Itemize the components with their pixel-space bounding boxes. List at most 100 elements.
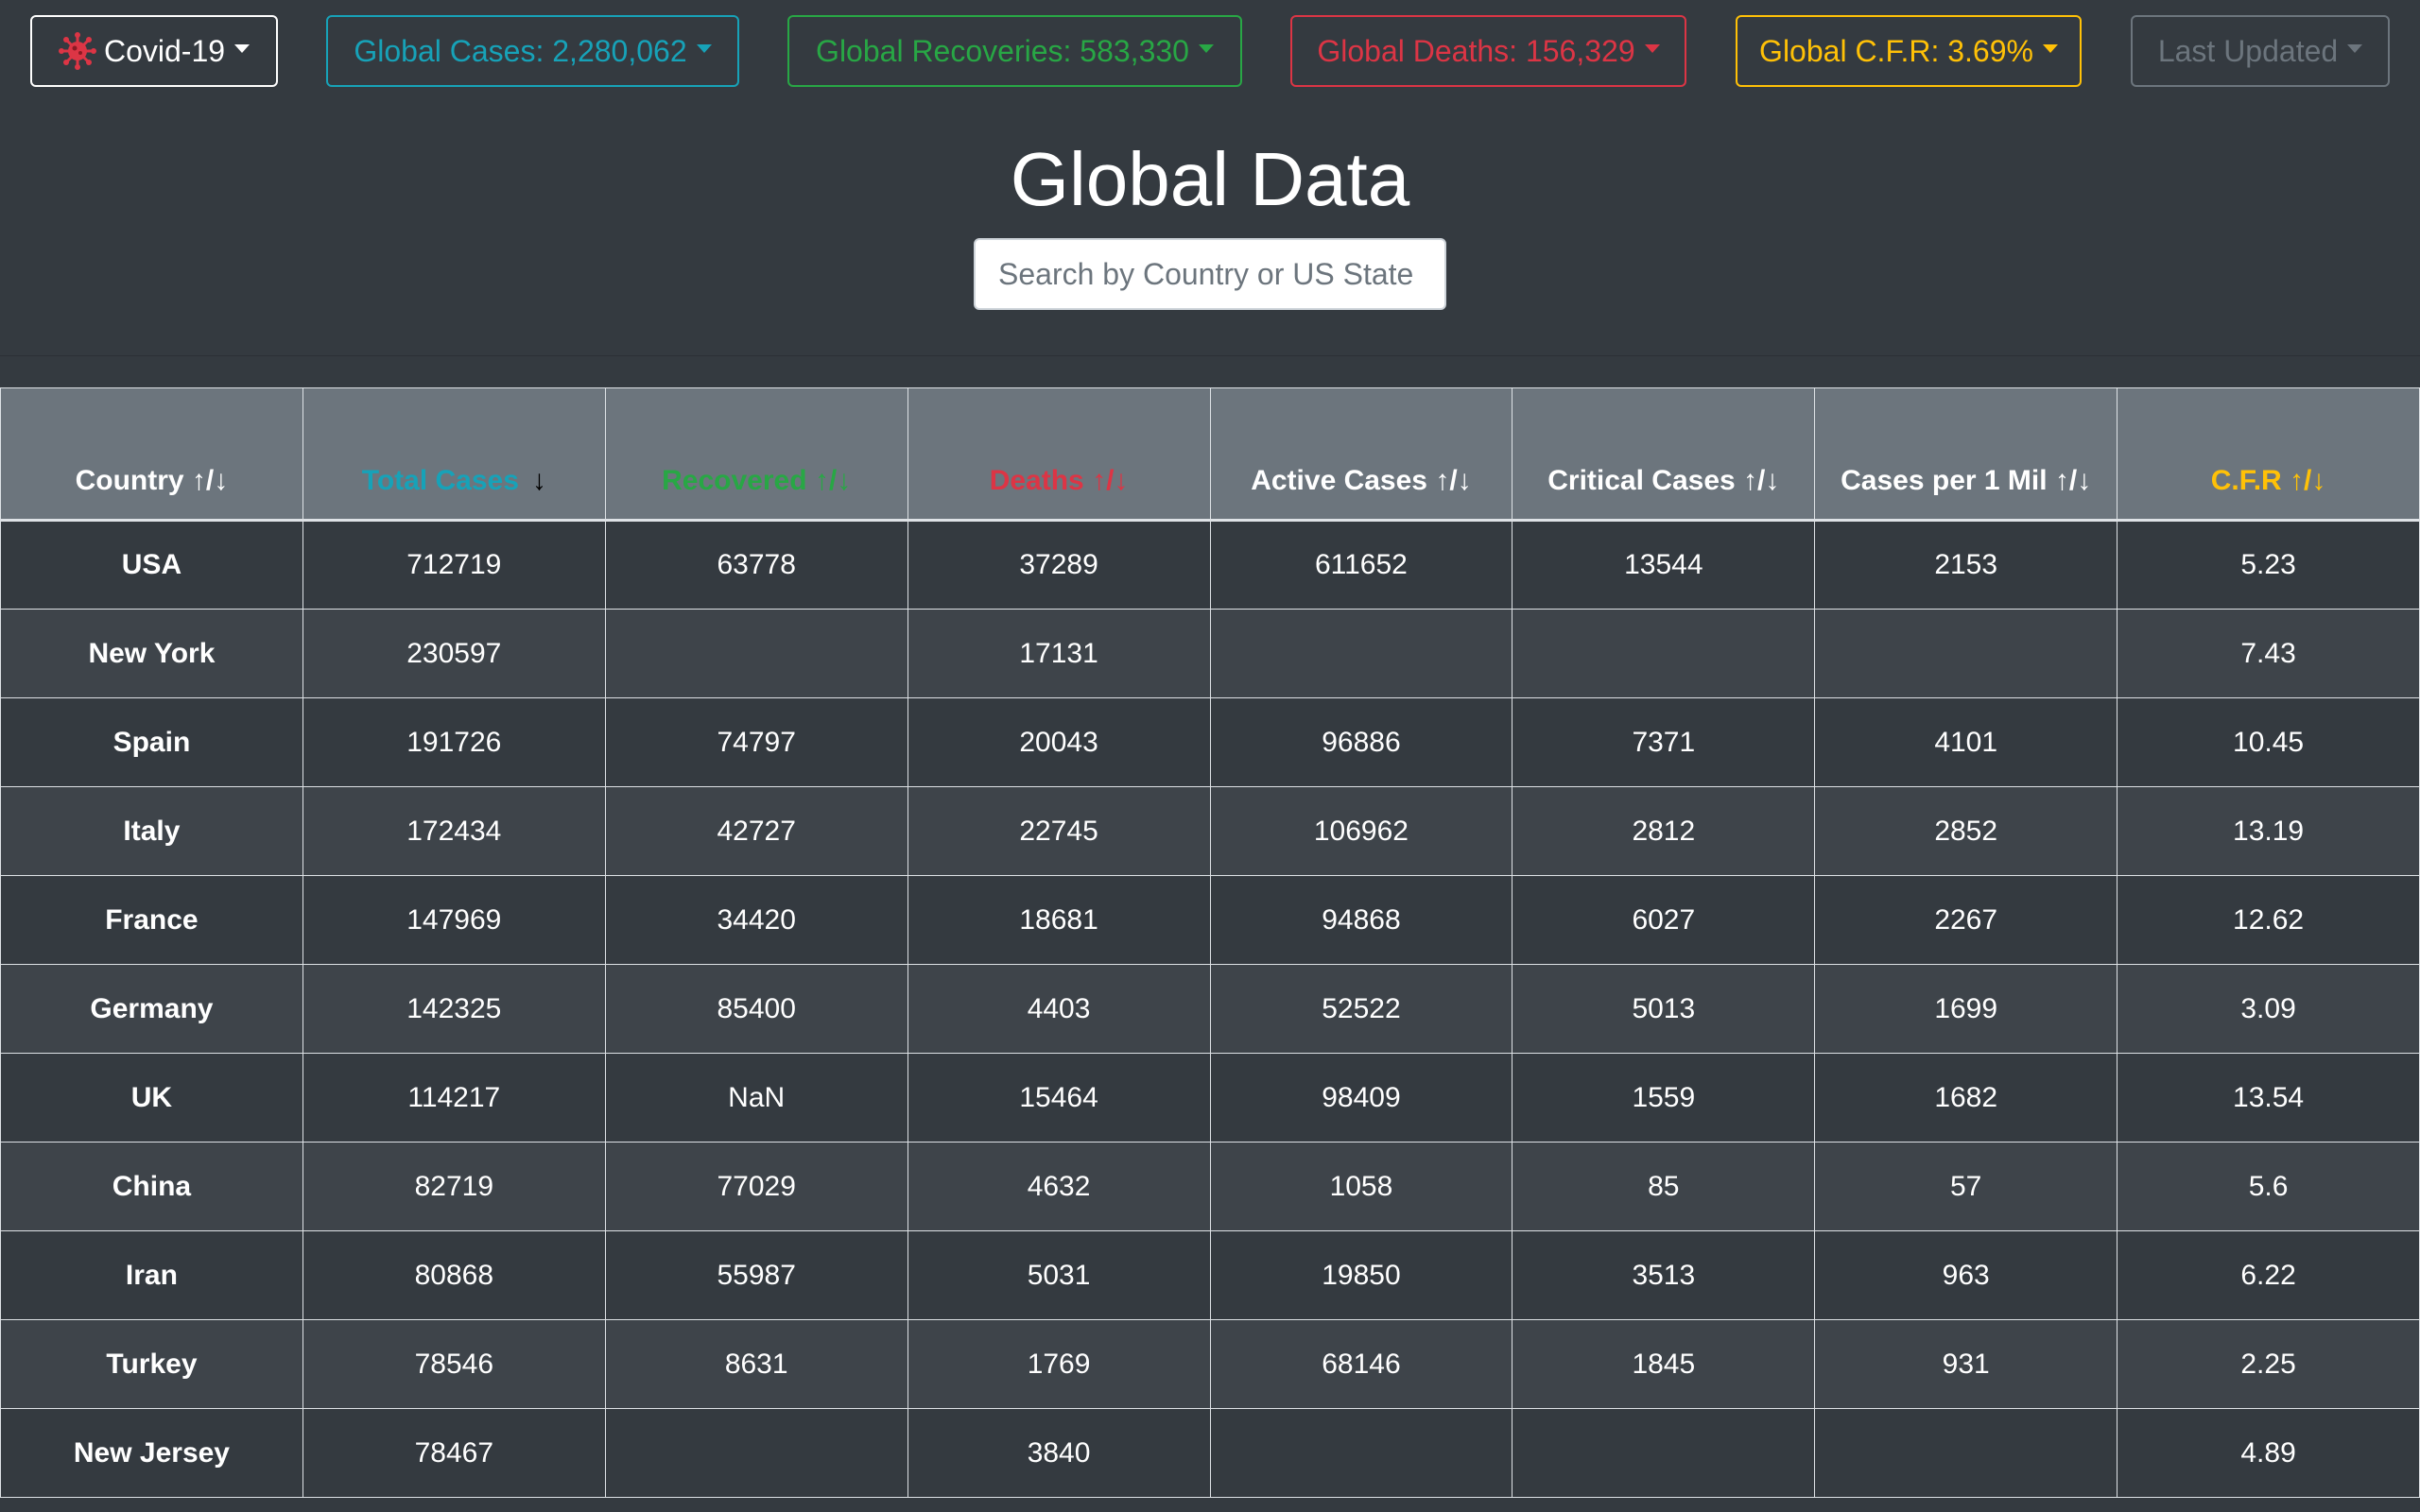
global-cases-dropdown[interactable]: Global Cases: 2,280,062 (326, 15, 739, 87)
header-critical-cases[interactable]: Critical Cases ↑/↓ (1512, 387, 1816, 521)
cell-recovered (604, 609, 908, 698)
cell-cfr: 13.19 (2117, 786, 2420, 876)
cell-cases-per-million: 963 (1814, 1230, 2118, 1320)
header-critical-cases-label: Critical Cases ↑/↓ (1547, 465, 1780, 496)
global-recoveries-dropdown[interactable]: Global Recoveries: 583,330 (787, 15, 1242, 87)
cell-cfr: 5.23 (2117, 520, 2420, 610)
cell-active-cases: 106962 (1209, 786, 1513, 876)
cell-active-cases: 1058 (1209, 1142, 1513, 1231)
cell-country: Turkey (0, 1319, 303, 1409)
global-deaths-label: Global Deaths: 156,329 (1317, 33, 1635, 68)
cell-cases-per-million: 2267 (1814, 875, 2118, 965)
header-recovered[interactable]: Recovered ↑/↓ (604, 387, 908, 521)
table-row: UK 114217 NaN 15464 98409 1559 1682 13.5… (0, 1053, 2420, 1143)
caret-down-icon (1644, 43, 1660, 53)
cell-country: China (0, 1142, 303, 1231)
header-active-cases[interactable]: Active Cases ↑/↓ (1209, 387, 1513, 521)
cell-active-cases: 94868 (1209, 875, 1513, 965)
cell-total-cases: 142325 (302, 964, 606, 1054)
table-row: Iran 80868 55987 5031 19850 3513 963 6.2… (0, 1230, 2420, 1320)
global-recoveries-label: Global Recoveries: 583,330 (816, 33, 1189, 68)
brand-dropdown[interactable]: Covid-19 (30, 15, 278, 87)
cell-critical-cases (1512, 1408, 1816, 1498)
cell-deaths: 1769 (907, 1319, 1211, 1409)
search-input[interactable] (974, 238, 1446, 310)
cell-active-cases (1209, 1408, 1513, 1498)
sort-down-icon: ↓ (531, 465, 546, 496)
table-row: China 82719 77029 4632 1058 85 57 5.6 (0, 1142, 2420, 1231)
cell-recovered: 42727 (604, 786, 908, 876)
cell-cases-per-million (1814, 609, 2118, 698)
cell-deaths: 18681 (907, 875, 1211, 965)
table-row: New Jersey 78467 3840 4.89 (0, 1408, 2420, 1498)
cell-total-cases: 78467 (302, 1408, 606, 1498)
cell-cases-per-million: 2153 (1814, 520, 2118, 610)
caret-down-icon (234, 43, 251, 53)
table-row: France 147969 34420 18681 94868 6027 226… (0, 875, 2420, 965)
brand-label: Covid-19 (103, 33, 226, 68)
cell-active-cases: 96886 (1209, 697, 1513, 787)
header-cases-per-million[interactable]: Cases per 1 Mil ↑/↓ (1814, 387, 2118, 521)
header-total-cases[interactable]: Total Cases ↓ (302, 387, 606, 521)
caret-down-icon (1198, 43, 1214, 53)
cell-deaths: 17131 (907, 609, 1211, 698)
table-row: Turkey 78546 8631 1769 68146 1845 931 2.… (0, 1319, 2420, 1409)
cell-cfr: 3.09 (2117, 964, 2420, 1054)
cell-recovered: 85400 (604, 964, 908, 1054)
cell-recovered (604, 1408, 908, 1498)
cell-deaths: 3840 (907, 1408, 1211, 1498)
cell-cfr: 2.25 (2117, 1319, 2420, 1409)
global-cfr-dropdown[interactable]: Global C.F.R: 3.69% (1736, 15, 2082, 87)
table-row: New York 230597 17131 7.43 (0, 609, 2420, 698)
cell-total-cases: 172434 (302, 786, 606, 876)
cell-total-cases: 78546 (302, 1319, 606, 1409)
cell-deaths: 37289 (907, 520, 1211, 610)
cell-active-cases (1209, 609, 1513, 698)
cell-critical-cases: 1845 (1512, 1319, 1816, 1409)
cell-cases-per-million: 1682 (1814, 1053, 2118, 1143)
header-deaths-label: Deaths ↑/↓ (989, 465, 1129, 496)
cell-country: New Jersey (0, 1408, 303, 1498)
cell-country: USA (0, 520, 303, 610)
cell-country: Germany (0, 964, 303, 1054)
cell-cases-per-million: 2852 (1814, 786, 2118, 876)
cell-critical-cases: 3513 (1512, 1230, 1816, 1320)
cell-critical-cases (1512, 609, 1816, 698)
table-row: Italy 172434 42727 22745 106962 2812 285… (0, 786, 2420, 876)
header-country[interactable]: Country ↑/↓ (0, 387, 303, 521)
cell-recovered: 74797 (604, 697, 908, 787)
header-total-cases-label: Total Cases (361, 465, 519, 496)
cell-cfr: 13.54 (2117, 1053, 2420, 1143)
cell-total-cases: 147969 (302, 875, 606, 965)
cell-total-cases: 230597 (302, 609, 606, 698)
cell-country: New York (0, 609, 303, 698)
cell-recovered: NaN (604, 1053, 908, 1143)
header-cases-per-million-label: Cases per 1 Mil ↑/↓ (1841, 465, 2092, 496)
global-data-table: Country ↑/↓ Total Cases ↓ Recovered ↑/↓ D… (0, 387, 2420, 1498)
global-deaths-dropdown[interactable]: Global Deaths: 156,329 (1290, 15, 1686, 87)
cell-deaths: 22745 (907, 786, 1211, 876)
header-active-cases-label: Active Cases ↑/↓ (1251, 465, 1472, 496)
cell-cases-per-million: 4101 (1814, 697, 2118, 787)
cell-cfr: 7.43 (2117, 609, 2420, 698)
header-deaths[interactable]: Deaths ↑/↓ (907, 387, 1211, 521)
header-cfr[interactable]: C.F.R ↑/↓ (2117, 387, 2420, 521)
virus-icon (58, 32, 96, 70)
global-cfr-label: Global C.F.R: 3.69% (1759, 33, 2033, 68)
cell-active-cases: 52522 (1209, 964, 1513, 1054)
cell-cases-per-million: 931 (1814, 1319, 2118, 1409)
cell-deaths: 5031 (907, 1230, 1211, 1320)
header-country-label: Country ↑/↓ (75, 465, 229, 496)
cell-critical-cases: 6027 (1512, 875, 1816, 965)
cell-deaths: 15464 (907, 1053, 1211, 1143)
data-table-container: Country ↑/↓ Total Cases ↓ Recovered ↑/↓ D… (0, 387, 2420, 1498)
cell-total-cases: 82719 (302, 1142, 606, 1231)
cell-total-cases: 114217 (302, 1053, 606, 1143)
cell-deaths: 4403 (907, 964, 1211, 1054)
cell-recovered: 63778 (604, 520, 908, 610)
cell-total-cases: 712719 (302, 520, 606, 610)
cell-critical-cases: 2812 (1512, 786, 1816, 876)
last-updated-dropdown[interactable]: Last Updated (2131, 15, 2390, 87)
cell-recovered: 8631 (604, 1319, 908, 1409)
header-cfr-label: C.F.R ↑/↓ (2210, 465, 2326, 496)
